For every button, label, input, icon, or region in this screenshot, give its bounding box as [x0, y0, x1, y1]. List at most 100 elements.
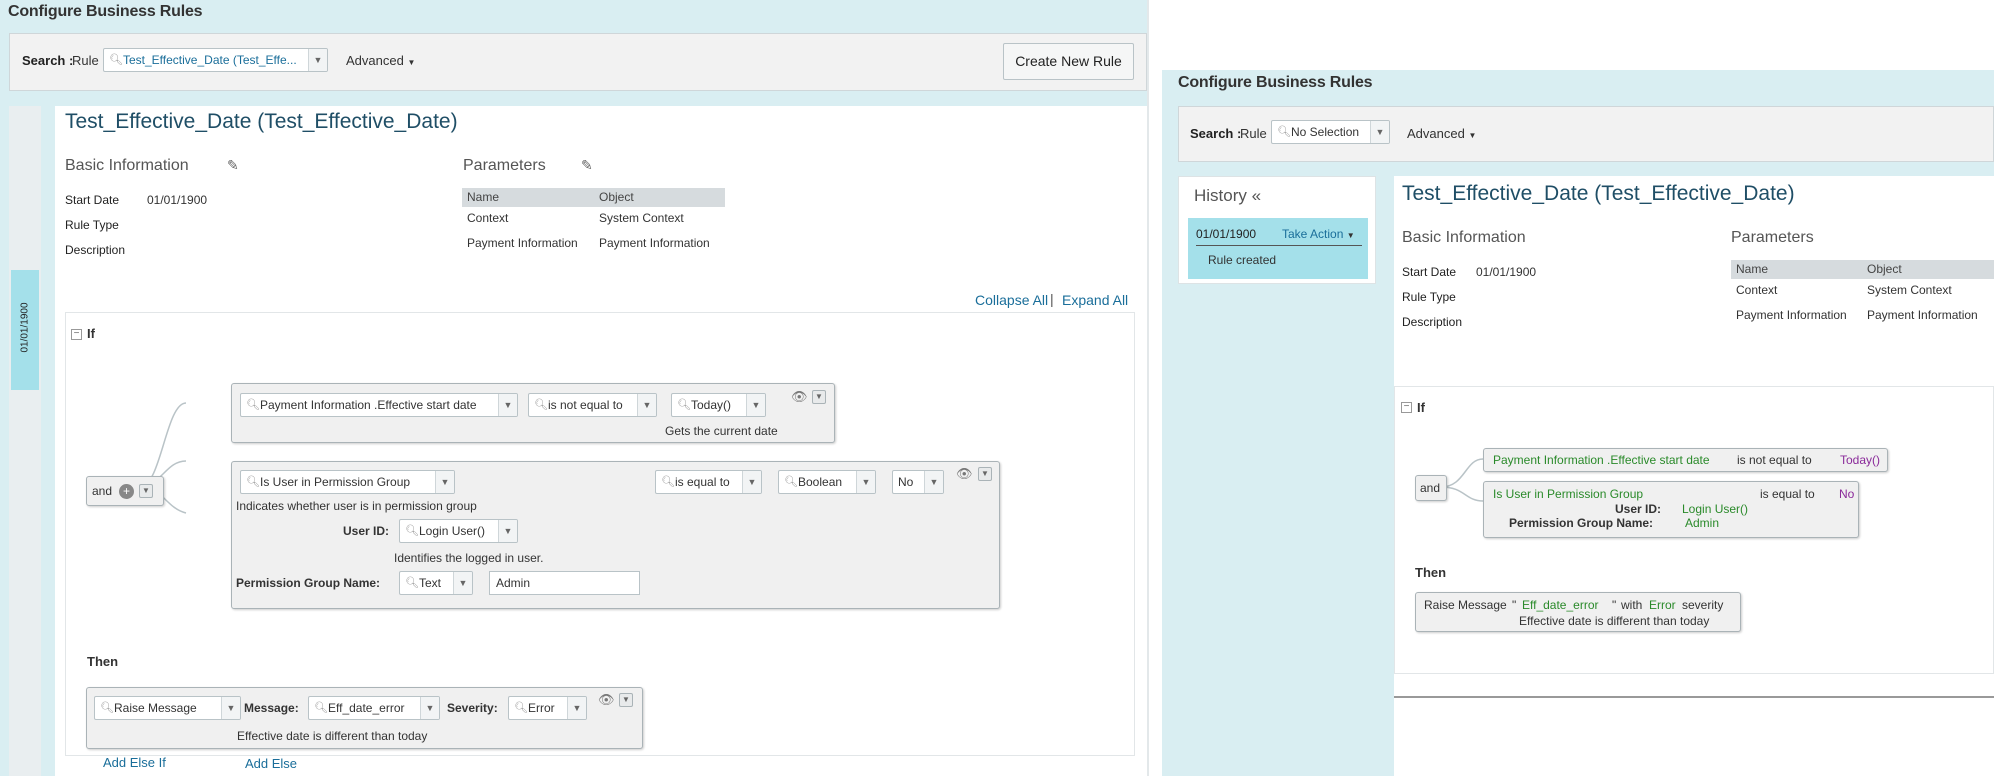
rule-title: Test_Effective_Date (Test_Effective_Date…	[65, 110, 458, 133]
user-id-label: User ID:	[343, 524, 390, 538]
chevron-down-icon[interactable]: ▼	[924, 471, 943, 493]
condition-card[interactable]: Is User in Permission Group is equal to …	[1483, 481, 1859, 538]
chevron-down-icon[interactable]: ▼	[308, 49, 327, 71]
pencil-icon[interactable]: ✎	[581, 157, 593, 174]
chevron-down-icon[interactable]: ▼	[498, 394, 517, 416]
caret-down-icon: ▼	[407, 58, 416, 67]
eye-icon[interactable]: 👁︎	[598, 692, 615, 708]
type-value: Boolean	[798, 475, 843, 489]
user-id-combo[interactable]: 🔍︎ Login User() ▼	[399, 519, 518, 543]
param-name: Payment Information	[467, 236, 578, 250]
search-sublabel: Rule	[1240, 126, 1267, 141]
with-text: with	[1621, 598, 1643, 612]
collapse-all-link[interactable]: Collapse All	[975, 292, 1048, 308]
bottom-rule-divider	[1394, 696, 1994, 698]
param-name: Context	[467, 211, 509, 225]
start-date-value: 01/01/1900	[147, 193, 208, 207]
pgn-type-combo[interactable]: 🔍︎ Text ▼	[399, 571, 473, 595]
search-icon: 🔍︎	[534, 399, 548, 411]
search-icon: 🔍︎	[1277, 126, 1291, 138]
then-label: Then	[87, 654, 119, 669]
pencil-icon[interactable]: ✎	[227, 157, 239, 174]
parameters-heading: Parameters	[463, 157, 546, 174]
operator-value: is not equal to	[548, 398, 623, 412]
type-combo[interactable]: 🔍︎ Boolean ▼	[778, 470, 876, 494]
chevron-down-icon[interactable]: ▼	[742, 471, 761, 493]
operator-combo[interactable]: 🔍︎ is not equal to ▼	[528, 393, 657, 417]
chevron-down-icon[interactable]: ▼	[1370, 121, 1389, 143]
condition-description: Indicates whether user is in permission …	[236, 499, 477, 513]
chevron-down-icon[interactable]: ▼	[978, 467, 992, 481]
search-icon: 🔍︎	[784, 476, 798, 488]
add-else-if-link[interactable]: Add Else If	[103, 755, 166, 770]
field-combo[interactable]: 🔍︎ Payment Information .Effective start …	[240, 393, 518, 417]
value-value: Today()	[691, 398, 732, 412]
start-date-label: Start Date	[65, 193, 120, 207]
value-combo[interactable]: No ▼	[892, 470, 944, 494]
action-description: Effective date is different than today	[237, 729, 428, 743]
chevron-down-icon[interactable]: ▼	[435, 471, 454, 493]
message-value: Eff_date_error	[328, 701, 405, 715]
history-title[interactable]: History «	[1194, 186, 1261, 206]
action-description: Effective date is different than today	[1519, 614, 1710, 628]
quote-open: "	[1512, 598, 1517, 612]
rule-title: Test_Effective_Date (Test_Effective_Date…	[1402, 182, 1795, 205]
chevron-down-icon[interactable]: ▼	[812, 390, 826, 404]
severity-combo[interactable]: 🔍︎ Error ▼	[508, 696, 587, 720]
expand-all-link[interactable]: Expand All	[1062, 292, 1128, 308]
action-severity: Error	[1649, 598, 1676, 612]
chevron-down-icon[interactable]: ▼	[453, 572, 472, 594]
field-combo[interactable]: 🔍︎ Is User in Permission Group ▼	[240, 470, 455, 494]
chevron-down-icon[interactable]: ▼	[746, 394, 765, 416]
chevron-down-icon[interactable]: ▼	[619, 693, 633, 707]
rule-search-combo[interactable]: 🔍︎ Test_Effective_Date (Test_Effe... ▼	[103, 48, 328, 72]
and-operator[interactable]: and	[1415, 475, 1447, 501]
and-operator[interactable]: and + ▼	[86, 476, 164, 506]
action-card: 🔍︎ Raise Message ▼ Message: 🔍︎ Eff_date_…	[86, 687, 643, 749]
message-combo[interactable]: 🔍︎ Eff_date_error ▼	[308, 696, 440, 720]
col-name: Name	[467, 190, 500, 204]
operator-combo[interactable]: 🔍︎ is equal to ▼	[655, 470, 762, 494]
field-value: Payment Information .Effective start dat…	[260, 398, 477, 412]
add-else-link[interactable]: Add Else	[245, 756, 297, 771]
action-card[interactable]: Raise Message " Eff_date_error " with Er…	[1415, 592, 1741, 632]
condition-operator: is not equal to	[1737, 453, 1812, 467]
param-name: Context	[1736, 283, 1778, 297]
field-value: Is User in Permission Group	[260, 475, 411, 489]
rule-search-combo[interactable]: 🔍︎ No Selection ▼	[1271, 120, 1390, 144]
message-label: Message:	[244, 701, 299, 715]
eye-icon[interactable]: 👁︎	[791, 389, 808, 405]
chevron-down-icon[interactable]: ▼	[221, 697, 240, 719]
eye-icon[interactable]: 👁︎	[956, 466, 973, 482]
permission-group-input[interactable]: Admin	[489, 571, 640, 595]
chevron-down-icon[interactable]: ▼	[139, 484, 153, 498]
chevron-down-icon[interactable]: ▼	[498, 520, 517, 542]
page-title: Configure Business Rules	[1178, 74, 1373, 91]
value-combo[interactable]: 🔍︎ Today() ▼	[671, 393, 766, 417]
permission-group-label: Permission Group Name:	[236, 576, 381, 590]
chevron-down-icon[interactable]: ▼	[567, 697, 586, 719]
user-id-value: Login User()	[1682, 502, 1749, 516]
parameters-table-header: Name Object	[1731, 260, 1994, 279]
search-icon: 🔍︎	[246, 476, 260, 488]
chevron-down-icon[interactable]: ▼	[856, 471, 875, 493]
chevron-down-icon[interactable]: ▼	[420, 697, 439, 719]
history-entry[interactable]: 01/01/1900 Take Action ▼ Rule created	[1188, 218, 1368, 279]
add-icon[interactable]: +	[119, 484, 134, 499]
condition-field: Payment Information .Effective start dat…	[1493, 453, 1710, 467]
condition-card[interactable]: Payment Information .Effective start dat…	[1483, 448, 1888, 472]
link-separator: |	[1050, 291, 1054, 307]
history-date-strip[interactable]: 01/01/1900	[11, 270, 39, 390]
action-type-combo[interactable]: 🔍︎ Raise Message ▼	[94, 696, 241, 720]
history-date: 01/01/1900	[19, 302, 31, 353]
caret-down-icon: ▼	[1346, 231, 1355, 240]
chevron-down-icon[interactable]: ▼	[637, 394, 656, 416]
history-date: 01/01/1900	[1196, 227, 1257, 241]
condition-operator: is equal to	[1760, 487, 1815, 501]
take-action-menu[interactable]: Take Action ▼	[1282, 227, 1355, 241]
advanced-menu[interactable]: Advanced ▼	[346, 53, 415, 68]
advanced-menu[interactable]: Advanced ▼	[1407, 126, 1476, 141]
create-new-rule-button[interactable]: Create New Rule	[1003, 43, 1134, 80]
search-icon: 🔍︎	[677, 399, 691, 411]
param-object: Payment Information	[1867, 308, 1978, 322]
